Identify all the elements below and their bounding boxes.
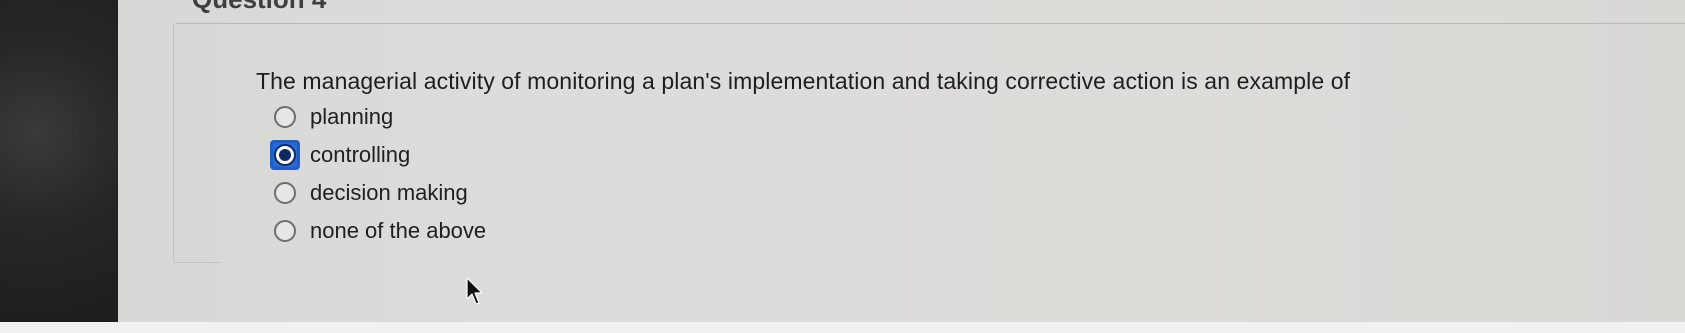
mouse-pointer-icon [466,277,486,312]
radio-unselected-icon[interactable] [274,106,296,128]
question-prompt: The managerial activity of monitoring a … [256,68,1351,94]
radio-selected-icon [274,144,296,166]
monitor-bezel [0,0,118,333]
question-header: Question 4 [192,0,326,15]
option-planning[interactable]: planning [274,98,486,136]
answer-options: planning controlling decision making non… [270,98,486,250]
radio-unselected-icon[interactable] [274,220,296,242]
option-label: planning [310,104,394,129]
radio-focus-ring[interactable] [270,140,300,170]
screen-bottom-edge [0,322,1685,333]
question-panel-border-left [173,23,174,262]
header-divider [176,23,1685,24]
option-controlling[interactable]: controlling [270,136,486,174]
option-label: decision making [310,180,468,205]
radio-unselected-icon[interactable] [274,182,296,204]
option-label: controlling [310,142,411,167]
radio-dot [279,149,291,161]
question-panel-border-bottom [173,262,221,263]
option-none-of-the-above[interactable]: none of the above [274,212,486,250]
option-label: none of the above [310,218,487,243]
option-decision-making[interactable]: decision making [274,174,486,212]
